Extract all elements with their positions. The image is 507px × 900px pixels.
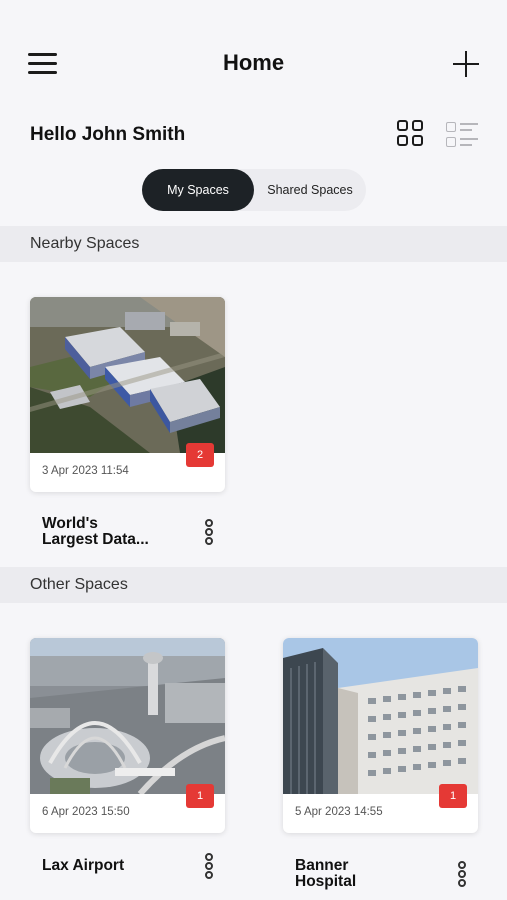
page-title: Home	[222, 50, 285, 75]
more-options-icon[interactable]	[455, 861, 469, 889]
space-thumbnail-image	[30, 297, 225, 453]
space-card-title-line1: Banner	[295, 857, 349, 874]
list-view-icon[interactable]	[446, 121, 478, 149]
space-date: 6 Apr 2023 15:50	[42, 806, 130, 818]
section-header-nearby: Nearby Spaces	[0, 226, 507, 262]
space-card-title: World's Largest Data...	[42, 516, 149, 548]
space-date: 5 Apr 2023 14:55	[295, 806, 383, 818]
tab-shared-spaces[interactable]: Shared Spaces	[254, 169, 366, 211]
space-card[interactable]: 3 Apr 2023 11:54 2	[30, 297, 225, 492]
greeting-text: Hello John Smith	[30, 124, 186, 145]
spaces-segmented-control: My Spaces Shared Spaces	[142, 169, 366, 211]
section-header-other: Other Spaces	[0, 567, 507, 603]
grid-view-icon[interactable]	[397, 120, 425, 148]
space-thumbnail-image	[283, 638, 478, 794]
add-space-plus-icon[interactable]	[453, 51, 479, 77]
space-date: 3 Apr 2023 11:54	[42, 465, 129, 477]
top-bar: Home	[0, 0, 507, 120]
space-card-title-line1: World's	[42, 515, 98, 532]
space-card-title: Lax Airport	[42, 858, 124, 874]
space-thumbnail-image	[30, 638, 225, 794]
more-options-icon[interactable]	[202, 853, 216, 881]
notification-badge: 2	[186, 443, 214, 467]
space-card-title-line2: Largest Data...	[42, 531, 149, 548]
tab-my-spaces[interactable]: My Spaces	[142, 169, 254, 211]
notification-badge: 1	[186, 784, 214, 808]
more-options-icon[interactable]	[202, 519, 216, 547]
space-card-title-line1: Lax Airport	[42, 857, 125, 874]
space-card-title: Banner Hospital	[295, 858, 356, 890]
notification-badge: 1	[439, 784, 467, 808]
space-card[interactable]: 5 Apr 2023 14:55 1	[283, 638, 478, 833]
space-card-title-line2: Hospital	[295, 873, 357, 890]
space-card[interactable]: 6 Apr 2023 15:50 1	[30, 638, 225, 833]
